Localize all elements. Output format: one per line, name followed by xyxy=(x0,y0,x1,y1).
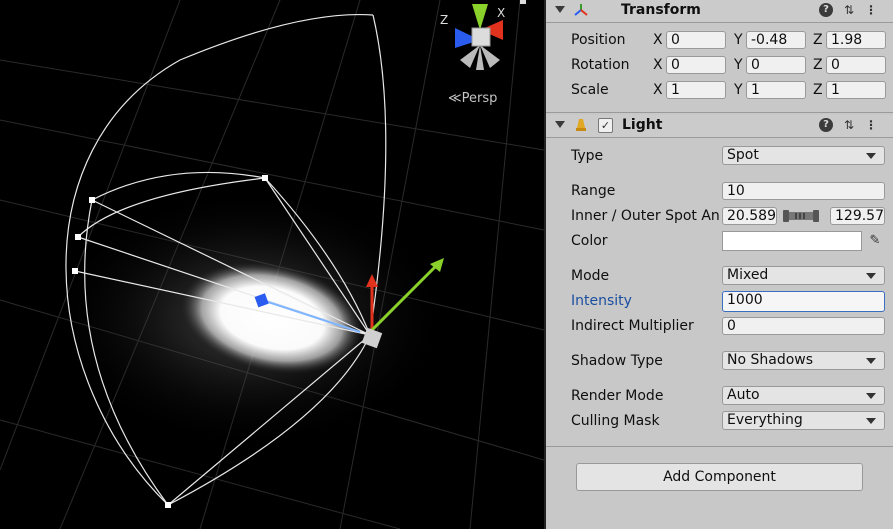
outer-spot-angle-field[interactable]: 129.57 xyxy=(830,207,885,225)
mode-dropdown[interactable]: Mixed xyxy=(722,266,885,285)
position-z-field[interactable]: 1.98 xyxy=(826,31,886,49)
mode-value: Mixed xyxy=(727,267,769,283)
indirect-multiplier-field[interactable]: 0 xyxy=(722,317,885,335)
culling-mask-dropdown[interactable]: Everything xyxy=(722,411,885,430)
render-mode-value: Auto xyxy=(727,387,760,403)
axis-z-label: Z xyxy=(813,32,823,48)
inspector-panel: Transform ? ⇅ ⋮ Position X 0 Y -0.48 Z 1… xyxy=(546,0,893,529)
persp-chevron-icon: ≪ xyxy=(448,91,462,106)
chevron-down-icon xyxy=(866,273,876,279)
axis-x-label: X xyxy=(653,82,663,98)
shadow-type-label: Shadow Type xyxy=(571,353,663,369)
color-label: Color xyxy=(571,233,608,249)
light-header[interactable]: ✓ Light ? ⇅ ⋮ xyxy=(546,115,893,138)
fold-arrow-icon[interactable] xyxy=(555,121,565,128)
scale-y-field[interactable]: 1 xyxy=(746,81,806,99)
axis-y-label: Y xyxy=(734,32,743,48)
transform-header[interactable]: Transform ? ⇅ ⋮ xyxy=(546,0,893,23)
orientation-gizmo: X Z xyxy=(440,0,526,70)
spot-angle-slider[interactable] xyxy=(783,210,819,222)
scene-view[interactable]: X Z ≪Persp xyxy=(0,0,544,529)
shadow-type-dropdown[interactable]: No Shadows xyxy=(722,351,885,370)
intensity-field[interactable]: 1000 xyxy=(722,291,885,312)
spot-angle-label: Inner / Outer Spot An xyxy=(571,208,720,224)
component-title: Light xyxy=(622,117,663,133)
context-menu-icon[interactable]: ⋮ xyxy=(864,118,878,132)
chevron-down-icon xyxy=(866,418,876,424)
position-label: Position xyxy=(571,32,626,48)
transform-icon xyxy=(573,3,588,17)
render-mode-dropdown[interactable]: Auto xyxy=(722,386,885,405)
position-y-field[interactable]: -0.48 xyxy=(746,31,806,49)
scale-x-field[interactable]: 1 xyxy=(666,81,726,99)
intensity-label: Intensity xyxy=(571,293,632,309)
mode-label: Mode xyxy=(571,268,610,284)
axis-y-label: Y xyxy=(734,82,743,98)
help-icon[interactable]: ? xyxy=(819,118,833,132)
culling-mask-label: Culling Mask xyxy=(571,413,660,429)
chevron-down-icon xyxy=(866,393,876,399)
indirect-multiplier-label: Indirect Multiplier xyxy=(571,318,694,334)
component-divider xyxy=(546,446,893,447)
rotation-label: Rotation xyxy=(571,57,630,73)
presets-icon[interactable]: ⇅ xyxy=(842,118,856,132)
context-menu-icon[interactable]: ⋮ xyxy=(864,3,878,17)
axis-x-label: X xyxy=(653,32,663,48)
color-swatch[interactable] xyxy=(722,231,862,251)
rotation-z-field[interactable]: 0 xyxy=(826,56,886,74)
help-icon[interactable]: ? xyxy=(819,3,833,17)
inner-spot-angle-field[interactable]: 20.589 xyxy=(722,207,777,225)
range-field[interactable]: 10 xyxy=(722,182,885,200)
fold-arrow-icon[interactable] xyxy=(555,6,565,13)
rotation-y-field[interactable]: 0 xyxy=(746,56,806,74)
rotation-x-field[interactable]: 0 xyxy=(666,56,726,74)
culling-mask-value: Everything xyxy=(727,412,803,428)
position-x-field[interactable]: 0 xyxy=(666,31,726,49)
scale-label: Scale xyxy=(571,82,609,98)
axis-y-label: Y xyxy=(734,57,743,73)
axis-z-label: Z xyxy=(813,82,823,98)
axis-x-label: X xyxy=(497,6,505,20)
persp-label: Persp xyxy=(461,91,498,106)
axis-z-label: Z xyxy=(440,13,448,27)
light-icon xyxy=(574,118,588,132)
presets-icon[interactable]: ⇅ xyxy=(842,3,856,17)
add-component-button[interactable]: Add Component xyxy=(576,463,863,491)
render-mode-label: Render Mode xyxy=(571,388,664,404)
chevron-down-icon xyxy=(866,153,876,159)
component-title: Transform xyxy=(621,2,701,18)
shadow-type-value: No Shadows xyxy=(727,352,814,368)
type-dropdown[interactable]: Spot xyxy=(722,146,885,165)
light-enabled-checkbox[interactable]: ✓ xyxy=(598,118,613,133)
chevron-down-icon xyxy=(866,358,876,364)
type-value: Spot xyxy=(727,147,759,163)
eyedropper-icon[interactable]: ✎ xyxy=(866,232,884,250)
component-divider xyxy=(546,112,893,113)
projection-toggle[interactable]: ≪Persp xyxy=(448,91,497,106)
scene-canvas: X Z xyxy=(0,0,544,529)
axis-x-label: X xyxy=(653,57,663,73)
axis-z-label: Z xyxy=(813,57,823,73)
scale-z-field[interactable]: 1 xyxy=(826,81,886,99)
type-label: Type xyxy=(571,148,604,164)
range-label: Range xyxy=(571,183,616,199)
